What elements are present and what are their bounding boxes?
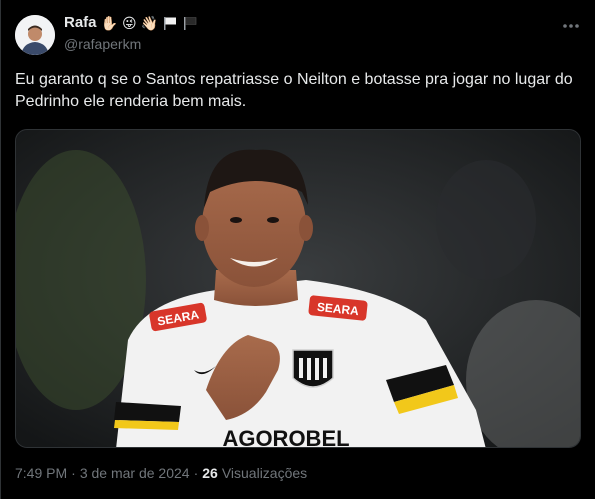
tweet-date[interactable]: 3 de mar de 2024: [80, 465, 190, 481]
white-flag-icon: [164, 16, 176, 30]
jersey-chest-text: AGOROBEL: [222, 426, 349, 448]
soccer-player-photo-icon: SEARA SEARA AGOROBEL: [16, 130, 580, 448]
meta-separator: ·: [193, 465, 199, 481]
avatar-photo-icon: [15, 15, 55, 55]
more-options-icon[interactable]: [561, 17, 581, 35]
meta-separator: ·: [71, 465, 76, 481]
winking-tongue-emoji: 😜: [121, 14, 137, 31]
author-handle[interactable]: @rafaperkm: [64, 36, 141, 52]
author-name-row: Rafa ✋🏻 😜 👋🏻: [64, 14, 198, 31]
views-label: Visualizações: [221, 465, 308, 481]
user-avatar[interactable]: [15, 15, 55, 55]
raised-hand-emoji: ✋🏻: [100, 14, 118, 31]
tweet-time[interactable]: 7:49 PM: [15, 465, 67, 481]
views-count: 26: [202, 465, 218, 481]
tweet-media-image[interactable]: SEARA SEARA AGOROBEL: [15, 129, 581, 448]
tweet-card: Rafa ✋🏻 😜 👋🏻 @rafaperkm Eu garanto q se …: [0, 0, 595, 499]
tweet-text: Eu garanto q se o Santos repatriasse o N…: [15, 71, 573, 110]
tweet-meta: 7:49 PM · 3 de mar de 2024 · 26 Visualiz…: [15, 465, 307, 481]
black-flag-icon: [184, 16, 197, 30]
waving-hand-emoji: 👋🏻: [140, 14, 158, 31]
author-display-name[interactable]: Rafa: [64, 14, 97, 31]
